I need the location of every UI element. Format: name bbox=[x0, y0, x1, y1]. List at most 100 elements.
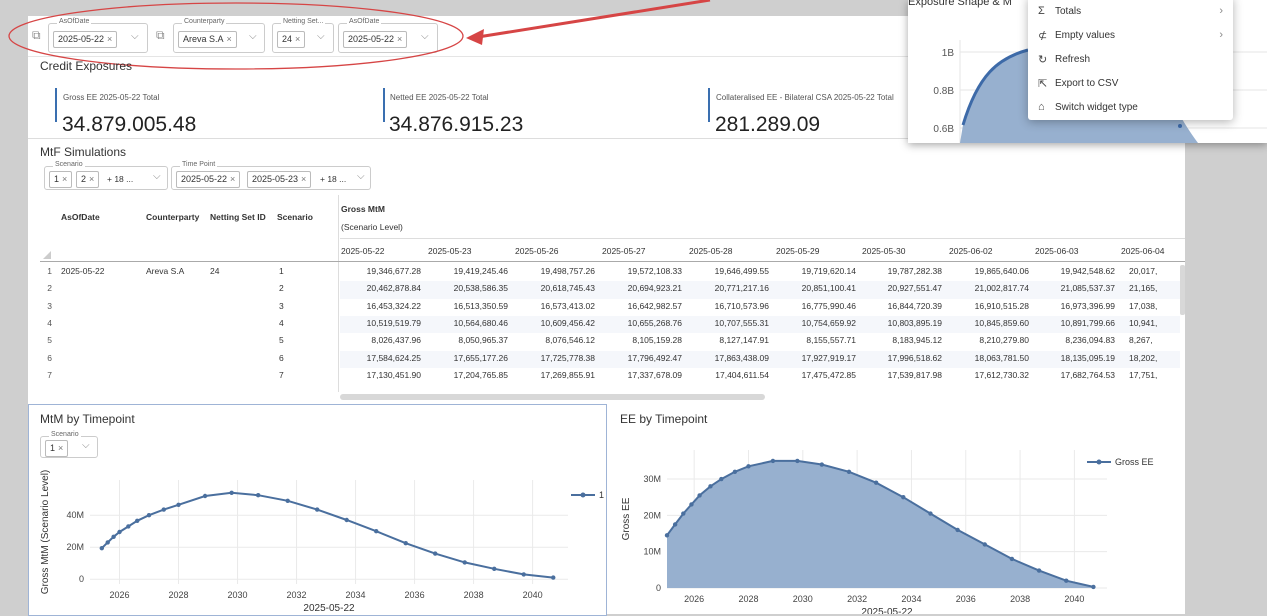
menu-icon: ↻ bbox=[1038, 54, 1048, 66]
vertical-scrollbar[interactable] bbox=[1180, 265, 1185, 315]
filter-chip[interactable]: 2 × bbox=[76, 171, 100, 188]
value-cell: 20,927,551.47 bbox=[887, 283, 942, 294]
value-cell: 17,612,730.32 bbox=[974, 369, 1029, 380]
data-point bbox=[1178, 124, 1182, 128]
kpi-value: 34.879.005.48 bbox=[62, 113, 197, 136]
menu-item[interactable]: ↻ Refresh bbox=[1028, 48, 1233, 72]
y-tick-label: 20M bbox=[643, 510, 661, 520]
column-header-netting-set[interactable]: Netting Set ID bbox=[210, 212, 266, 222]
legend-marker bbox=[1096, 459, 1102, 465]
data-point bbox=[521, 572, 526, 577]
date-column-header[interactable]: 2025-05-29 bbox=[776, 246, 819, 256]
date-column-header[interactable]: 2025-06-04 bbox=[1121, 246, 1164, 256]
data-point bbox=[770, 458, 776, 464]
row-number: 3 bbox=[47, 300, 52, 311]
column-header-counterparty[interactable]: Counterparty bbox=[146, 212, 199, 222]
more-chips[interactable]: + 18 ... bbox=[107, 174, 133, 184]
date-column-header[interactable]: 2025-05-26 bbox=[515, 246, 558, 256]
value-cell: 21,002,817.74 bbox=[974, 283, 1029, 294]
value-cell: 17,682,764.53 bbox=[1060, 369, 1115, 380]
data-point bbox=[664, 533, 670, 538]
value-cell: 17,539,817.98 bbox=[887, 369, 942, 380]
value-cell: 8,183,945.12 bbox=[892, 335, 942, 346]
scenario-filter[interactable]: Scenario 1 × ⌵ bbox=[40, 431, 98, 458]
date-column-header[interactable]: 2025-05-27 bbox=[602, 246, 645, 256]
date-column-header[interactable]: 2025-06-03 bbox=[1035, 246, 1078, 256]
data-point bbox=[681, 511, 686, 516]
filter-chip[interactable]: 1 × bbox=[49, 171, 73, 188]
chevron-right-icon: › bbox=[1219, 5, 1223, 17]
value-cell: 16,642,982.57 bbox=[627, 300, 682, 311]
timepoint-filter[interactable]: Time Point 2025-05-22 × 2025-05-23 × + 18 … bbox=[171, 161, 371, 190]
data-point bbox=[795, 458, 800, 464]
date-column-header[interactable]: 2025-06-02 bbox=[949, 246, 992, 256]
data-point bbox=[255, 493, 261, 498]
data-point bbox=[873, 480, 879, 485]
value-cell: 10,891,799.66 bbox=[1060, 317, 1115, 328]
legend-marker bbox=[580, 492, 586, 498]
value-cell: 17,475,472.85 bbox=[801, 369, 856, 380]
y-tick-label: 10M bbox=[643, 547, 661, 557]
value-cell: 8,076,546.12 bbox=[545, 335, 595, 346]
date-column-header[interactable]: 2025-05-30 bbox=[862, 246, 905, 256]
data-point bbox=[982, 542, 987, 547]
filter-chip[interactable]: 1 × bbox=[45, 440, 69, 457]
value-cell: 16,573,413.02 bbox=[540, 300, 595, 311]
value-cell: 17,725,778.38 bbox=[540, 352, 595, 363]
date-column-header[interactable]: 2025-05-23 bbox=[428, 246, 471, 256]
value-cell: 20,462,878.84 bbox=[366, 283, 421, 294]
menu-icon: Σ bbox=[1038, 5, 1045, 17]
filter-chip[interactable]: 2025-05-22 × bbox=[176, 171, 241, 188]
data-point bbox=[99, 545, 105, 551]
context-menu: Σ Totals › ⊄ Empty values › ↻ Refresh ⇱ Export to… bbox=[1028, 0, 1233, 120]
x-tick-label: 2032 bbox=[287, 590, 307, 600]
mtm-line-chart: 2026 2028 2030 2032 2034 2036 2038 2040 0 20M 40M 2… bbox=[40, 470, 604, 614]
data-point bbox=[462, 560, 467, 565]
row-number: 4 bbox=[47, 317, 52, 328]
menu-item[interactable]: ⌂ Switch widget type bbox=[1028, 96, 1233, 120]
value-cell: 8,026,437.96 bbox=[371, 335, 421, 346]
divider bbox=[340, 238, 1185, 239]
filter-chip[interactable]: 2025-05-23 × bbox=[247, 171, 312, 188]
cell-scenario: 6 bbox=[279, 352, 284, 363]
header-divider bbox=[40, 261, 1185, 262]
horizontal-scrollbar[interactable] bbox=[340, 394, 765, 400]
credit-exposures-title: Credit Exposures bbox=[40, 59, 133, 73]
column-header-scenario[interactable]: Scenario bbox=[277, 212, 313, 222]
data-point bbox=[344, 517, 349, 523]
ee-chart-title: EE by Timepoint bbox=[620, 412, 708, 426]
data-point bbox=[126, 524, 131, 529]
tick-label: 1B bbox=[942, 48, 955, 59]
row-number: 5 bbox=[47, 335, 52, 346]
column-header-gross-mtm[interactable]: Gross MtM bbox=[341, 204, 385, 214]
kpi-value: 281.289.09 bbox=[715, 113, 821, 136]
date-column-header[interactable]: 2025-05-28 bbox=[689, 246, 732, 256]
menu-item[interactable]: ⇱ Export to CSV bbox=[1028, 72, 1233, 96]
cell-scenario: 4 bbox=[279, 317, 284, 328]
date-column-header[interactable]: 2025-05-22 bbox=[341, 246, 384, 256]
y-axis-label: Gross EE bbox=[621, 497, 632, 540]
value-cell: 17,130,451.90 bbox=[366, 369, 421, 380]
column-header-asofdate[interactable]: AsOfDate bbox=[61, 212, 100, 222]
chevron-down-icon[interactable]: ⌵ bbox=[82, 440, 90, 451]
value-cell: 19,719,620.14 bbox=[801, 266, 856, 276]
chevron-down-icon[interactable]: ⌵ bbox=[357, 171, 365, 182]
more-chips[interactable]: + 18 ... bbox=[320, 174, 346, 184]
x-tick-label: 2034 bbox=[901, 594, 921, 604]
x-tick-label: 2032 bbox=[847, 594, 867, 604]
menu-item[interactable]: ⊄ Empty values › bbox=[1028, 24, 1233, 48]
data-point bbox=[955, 527, 960, 533]
value-cell: 17,796,492.47 bbox=[627, 352, 682, 363]
value-cell: 17,996,518.62 bbox=[887, 352, 942, 363]
scenario-filter[interactable]: Scenario 1 × 2 × + 18 ... ⌵ bbox=[44, 161, 168, 190]
chevron-down-icon[interactable]: ⌵ bbox=[153, 171, 161, 182]
value-cell: 20,771,217.16 bbox=[714, 283, 769, 294]
value-cell: 16,910,515.28 bbox=[974, 300, 1029, 311]
menu-item[interactable]: Σ Totals › bbox=[1028, 0, 1233, 24]
value-cell: 10,609,456.42 bbox=[540, 317, 595, 328]
y-tick-label: 0 bbox=[79, 574, 84, 584]
data-point bbox=[846, 469, 852, 474]
value-cell: 8,267, bbox=[1129, 335, 1153, 346]
value-cell: 8,236,094.83 bbox=[1065, 335, 1115, 346]
x-tick-label: 2034 bbox=[346, 590, 366, 600]
